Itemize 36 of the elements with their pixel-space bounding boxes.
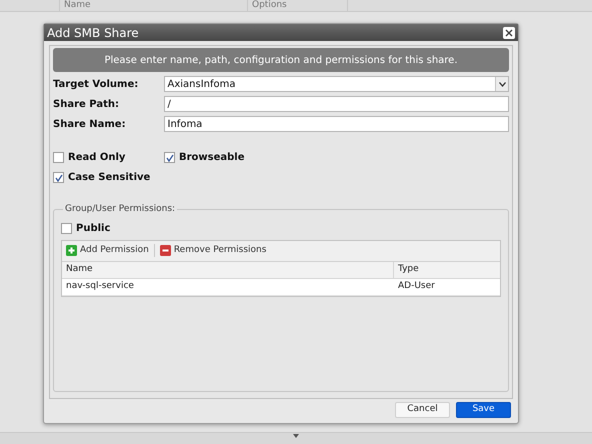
checkbox[interactable] bbox=[53, 152, 64, 163]
chevron-down-icon bbox=[498, 82, 506, 86]
save-button[interactable]: Save bbox=[456, 402, 511, 418]
field-label: Target Volume: bbox=[53, 78, 140, 92]
minus-icon bbox=[160, 245, 171, 256]
checkbox[interactable] bbox=[164, 152, 175, 163]
checkbox-label: Public bbox=[76, 222, 110, 236]
table-cell-text: nav-sql-service bbox=[65, 280, 135, 293]
volume-dropdown[interactable]: AxiansInfoma bbox=[164, 76, 509, 92]
column-header[interactable]: Name bbox=[62, 262, 394, 278]
cancel-button[interactable]: Cancel bbox=[395, 402, 450, 418]
checkbox[interactable] bbox=[53, 172, 64, 183]
field-label: Share Path: bbox=[53, 98, 120, 112]
field-label: Share Name: bbox=[53, 118, 127, 132]
checkmark-icon bbox=[166, 154, 174, 162]
column-header[interactable]: Type bbox=[394, 262, 500, 278]
checkbox-label: Browseable bbox=[179, 151, 245, 165]
table-row[interactable]: nav-sql-service AD-User bbox=[62, 278, 500, 296]
input-field[interactable]: Infoma bbox=[164, 116, 509, 132]
column-header: Options bbox=[248, 0, 348, 11]
add-permission-button[interactable]: Add Permission bbox=[66, 244, 149, 258]
column-header: Name bbox=[60, 0, 248, 11]
checkbox[interactable] bbox=[61, 222, 72, 234]
checkbox-label: Case Sensitive bbox=[68, 171, 150, 185]
checkbox-label: Read Only bbox=[68, 151, 126, 165]
checkmark-icon bbox=[54, 174, 62, 182]
close-button[interactable] bbox=[503, 26, 515, 38]
info-banner: Please enter name, path, configuration and permissions for this share. bbox=[53, 48, 509, 72]
table-cell-text: AD-User bbox=[397, 280, 436, 293]
window-title: Add SMB Share bbox=[47, 24, 139, 42]
group-legend: Group/User Permissions: bbox=[63, 203, 178, 216]
remove-permissions-button[interactable]: Remove Permissions bbox=[160, 244, 266, 258]
caret-down-icon bbox=[293, 434, 299, 438]
plus-icon bbox=[66, 245, 77, 256]
close-icon bbox=[505, 28, 513, 36]
input-field[interactable]: / bbox=[164, 96, 509, 112]
